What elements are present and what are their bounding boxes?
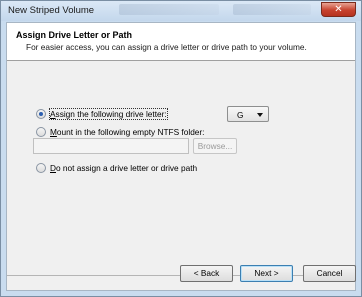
no-assign-label[interactable]: Do not assign a drive letter or drive pa… bbox=[50, 163, 197, 173]
wizard-header: Assign Drive Letter or Path For easier a… bbox=[7, 23, 355, 61]
background-window-blur bbox=[233, 4, 311, 15]
folder-path-input[interactable] bbox=[33, 138, 189, 154]
mount-folder-label[interactable]: Mount in the following empty NTFS folder… bbox=[50, 127, 205, 137]
mount-folder-radio[interactable] bbox=[36, 127, 46, 137]
back-button[interactable]: < Back bbox=[180, 265, 233, 282]
chevron-down-icon bbox=[257, 113, 263, 117]
browse-button[interactable]: Browse... bbox=[193, 138, 237, 154]
page-title: Assign Drive Letter or Path bbox=[16, 30, 133, 40]
window-title: New Striped Volume bbox=[8, 5, 95, 16]
close-button[interactable]: ✕ bbox=[321, 2, 356, 17]
close-icon: ✕ bbox=[334, 4, 343, 15]
no-assign-radio[interactable] bbox=[36, 163, 46, 173]
assign-letter-label[interactable]: Assign the following drive letter: bbox=[49, 108, 168, 120]
drive-letter-select[interactable]: G bbox=[227, 106, 269, 122]
title-bar[interactable]: New Striped Volume ✕ bbox=[1, 1, 361, 21]
page-subtitle: For easier access, you can assign a driv… bbox=[26, 42, 307, 52]
assign-letter-radio[interactable] bbox=[36, 109, 46, 119]
drive-letter-value: G bbox=[237, 110, 244, 120]
cancel-button[interactable]: Cancel bbox=[303, 265, 356, 282]
wizard-client-area: Assign Drive Letter or Path For easier a… bbox=[6, 22, 356, 291]
background-window-blur bbox=[119, 4, 219, 15]
next-button[interactable]: Next > bbox=[240, 265, 293, 282]
wizard-window: New Striped Volume ✕ Assign Drive Letter… bbox=[0, 0, 362, 297]
